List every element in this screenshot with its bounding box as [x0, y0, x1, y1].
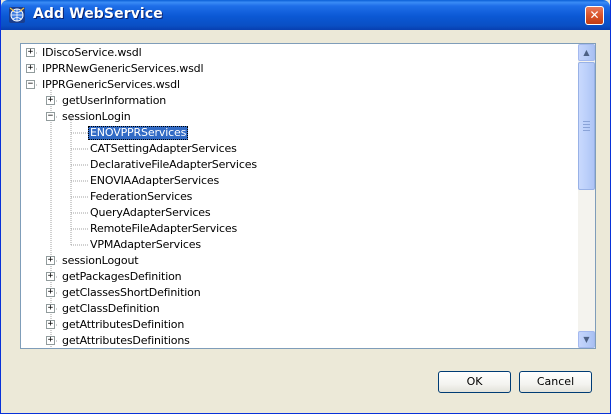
cancel-button[interactable]: Cancel: [519, 371, 592, 393]
tree-node[interactable]: QueryAdapterServices: [88, 206, 212, 220]
expand-icon[interactable]: +: [46, 320, 55, 329]
thumb-grip-line: [583, 121, 590, 122]
app-globe-icon: [9, 7, 25, 23]
expand-icon[interactable]: +: [46, 304, 55, 313]
scroll-down-button[interactable]: ▼: [578, 331, 595, 348]
tree-node[interactable]: getAttributesDefinition: [60, 318, 186, 332]
expand-icon[interactable]: +: [46, 256, 55, 265]
expand-icon[interactable]: +: [26, 48, 35, 57]
tree-node[interactable]: DeclarativeFileAdapterServices: [88, 158, 259, 172]
tree-node[interactable]: FederationServices: [88, 190, 194, 204]
tree-node[interactable]: ENOVPPRServices: [88, 126, 189, 140]
tree-node[interactable]: IDiscoService.wsdl: [40, 46, 144, 60]
tree-node[interactable]: RemoteFileAdapterServices: [88, 222, 239, 236]
tree-node[interactable]: getPackagesDefinition: [60, 270, 184, 284]
scroll-up-button[interactable]: ▲: [578, 44, 595, 61]
add-webservice-dialog: Add WebService ✕ + IDiscoService.wsdl + IPP…: [0, 0, 611, 414]
tree-node[interactable]: ENOVIAAdapterServices: [88, 174, 221, 188]
ok-button[interactable]: OK: [438, 371, 511, 393]
tree-node[interactable]: getClassDefinition: [60, 302, 162, 316]
vertical-scrollbar[interactable]: ▲ ▼: [578, 44, 595, 348]
tree-node[interactable]: getUserInformation: [60, 94, 168, 108]
tree-node[interactable]: IPPRGenericServices.wsdl: [40, 78, 182, 92]
tree-node[interactable]: sessionLogout: [60, 254, 140, 268]
tree-node[interactable]: IPPRNewGenericServices.wsdl: [40, 62, 205, 76]
tree-node[interactable]: sessionLogin: [60, 110, 133, 124]
title-bar[interactable]: Add WebService ✕: [1, 0, 610, 30]
scroll-thumb[interactable]: [578, 62, 595, 190]
tree-node[interactable]: getClassesShortDefinition: [60, 286, 203, 300]
tree-node[interactable]: getAttributesDefinitions: [60, 334, 192, 348]
expand-icon[interactable]: +: [26, 64, 35, 73]
thumb-grip-line: [583, 127, 590, 128]
tree-node[interactable]: VPMAdapterServices: [88, 238, 203, 252]
thumb-grip-line: [583, 124, 590, 125]
collapse-icon[interactable]: −: [26, 80, 35, 89]
service-tree[interactable]: + IDiscoService.wsdl + IPPRNewGenericServic…: [20, 43, 596, 349]
thumb-grip-line: [583, 130, 590, 131]
close-button[interactable]: ✕: [585, 6, 604, 25]
expand-icon[interactable]: +: [46, 96, 55, 105]
expand-icon[interactable]: +: [46, 336, 55, 345]
expand-icon[interactable]: +: [46, 288, 55, 297]
collapse-icon[interactable]: −: [46, 112, 55, 121]
expand-icon[interactable]: +: [46, 272, 55, 281]
tree-node[interactable]: CATSettingAdapterServices: [88, 142, 239, 156]
window-title: Add WebService: [33, 6, 163, 22]
